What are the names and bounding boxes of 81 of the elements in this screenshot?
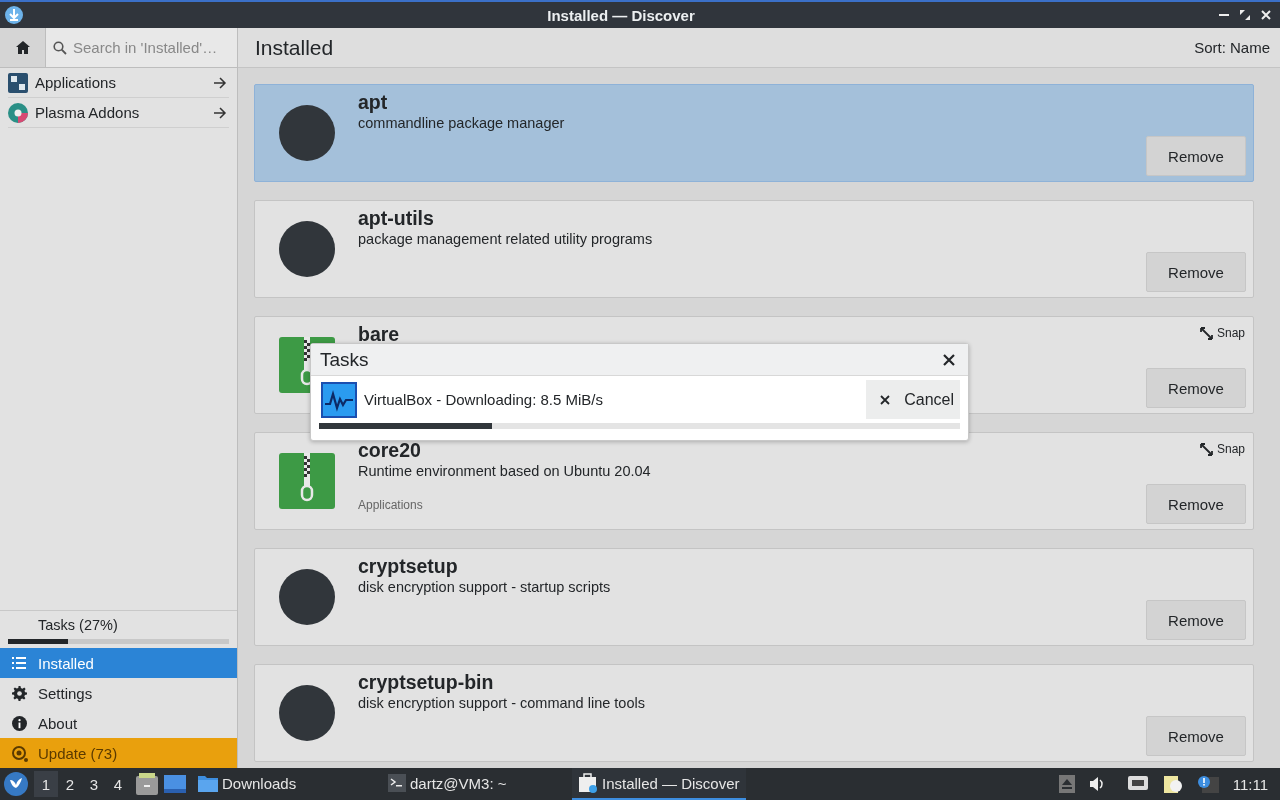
terminal-icon: [388, 774, 406, 792]
list-icon: [12, 657, 26, 669]
category-item[interactable]: Applications: [8, 68, 229, 98]
package-name: cryptsetup: [358, 555, 459, 577]
package-card[interactable]: cryptsetup disk encryption support - startup scripts Remove: [254, 548, 1254, 646]
clipboard-icon[interactable]: [1162, 774, 1183, 794]
settings-icon: [11, 685, 27, 701]
clock[interactable]: 11:11: [1232, 775, 1268, 793]
task-button[interactable]: Downloads: [192, 768, 382, 800]
network-icon[interactable]: [1126, 775, 1149, 793]
package-name: cryptsetup-bin: [358, 671, 495, 693]
search-box[interactable]: Search in 'Installed'…: [46, 28, 237, 67]
package-description: disk encryption support - startup scripts: [358, 578, 611, 597]
package-description: disk encryption support - command line tools: [358, 694, 645, 713]
sort-button[interactable]: Sort: Name: [1194, 35, 1270, 60]
package-icon: [278, 105, 335, 161]
window-title: Installed — Discover: [546, 6, 696, 24]
plasma-icon: [8, 102, 28, 123]
search-field[interactable]: Search in 'Installed'…: [73, 39, 233, 56]
arrow-icon: [213, 76, 227, 89]
update-icon: [10, 744, 28, 762]
package-description: package management related utility programs: [358, 230, 653, 249]
remove-button[interactable]: Remove: [1146, 368, 1246, 408]
notification-icon[interactable]: [1196, 775, 1219, 793]
folder-icon: [198, 774, 218, 792]
package-icon: [278, 569, 335, 625]
resize-icon: [1199, 442, 1213, 456]
nav-item[interactable]: Settings: [0, 678, 237, 708]
source-label: Snap: [1216, 326, 1245, 340]
close-icon: [880, 394, 891, 405]
task-label: VirtualBox - Downloading: 8.5 MiB/s: [364, 391, 604, 408]
remove-button[interactable]: Remove: [1146, 136, 1246, 176]
task-button[interactable]: dartz@VM3: ~: [382, 768, 572, 800]
eject-icon[interactable]: [1058, 775, 1075, 793]
package-icon: [278, 685, 335, 741]
grid-icon: [8, 72, 28, 93]
search-icon: [53, 40, 67, 55]
volume-icon[interactable]: [1088, 776, 1105, 792]
resize-icon: [1199, 326, 1213, 340]
page-title: Installed: [255, 35, 334, 60]
dialog-title: Tasks: [320, 348, 369, 371]
info-icon: [11, 715, 27, 731]
desktop-button[interactable]: 2: [58, 771, 82, 797]
package-card[interactable]: apt commandline package manager Remove: [254, 84, 1254, 182]
nav-item[interactable]: Update (73): [0, 738, 237, 768]
package-description: commandline package manager: [358, 114, 565, 133]
maximize-icon[interactable]: [1240, 10, 1250, 20]
home-icon: [15, 41, 30, 54]
desktop-button[interactable]: 3: [82, 771, 106, 797]
package-card[interactable]: apt-utils package management related utility programs Remove: [254, 200, 1254, 298]
package-category: Applications: [358, 498, 424, 512]
app-icon: [5, 6, 23, 24]
package-name: apt: [358, 91, 389, 113]
virtualbox-icon: [321, 381, 357, 418]
package-name: core20: [358, 439, 422, 461]
desktop-button[interactable]: 1: [34, 771, 58, 797]
package-card[interactable]: cryptsetup-bin disk encryption support - command line tools Remove: [254, 664, 1254, 762]
remove-button[interactable]: Remove: [1146, 252, 1246, 292]
home-button[interactable]: [0, 28, 46, 67]
source-label: Snap: [1216, 442, 1245, 456]
remove-button[interactable]: Remove: [1146, 716, 1246, 756]
arrow-icon: [213, 106, 227, 119]
zip-icon: [278, 453, 335, 509]
package-description: Runtime environment based on Ubuntu 20.04: [358, 462, 651, 481]
launcher-icon[interactable]: [4, 772, 28, 796]
package-icon: [278, 221, 335, 277]
nav-item[interactable]: About: [0, 708, 237, 738]
package-name: apt-utils: [358, 207, 435, 229]
package-name: bare: [358, 323, 400, 345]
remove-button[interactable]: Remove: [1146, 600, 1246, 640]
desktop-button[interactable]: 4: [106, 771, 130, 797]
remove-button[interactable]: Remove: [1146, 484, 1246, 524]
task-button[interactable]: Installed — Discover: [572, 768, 746, 800]
file-cabinet-icon[interactable]: [136, 773, 158, 795]
category-item[interactable]: Plasma Addons: [8, 98, 229, 128]
nav-item[interactable]: Installed: [0, 648, 237, 678]
tasks-label[interactable]: Tasks (27%): [8, 617, 229, 633]
bag-icon: [578, 773, 598, 793]
package-card[interactable]: core20 Runtime environment based on Ubuntu 20.04 Applications Snap Remove: [254, 432, 1254, 530]
cancel-button[interactable]: Cancel: [866, 380, 960, 419]
close-icon[interactable]: [943, 353, 955, 366]
